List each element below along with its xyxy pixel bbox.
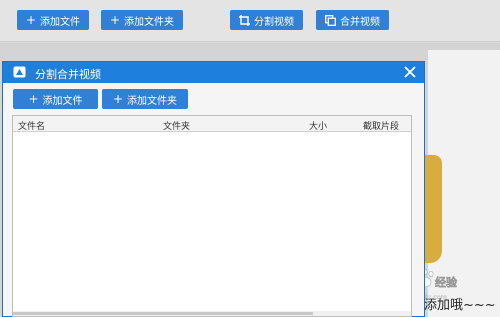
add-folder-button[interactable]: + 添加文件夹 [101, 10, 183, 30]
close-icon[interactable] [402, 64, 418, 80]
app-icon [13, 66, 26, 78]
copy-icon [325, 14, 336, 26]
svg-text:经验: 经验 [435, 275, 458, 289]
scrollbar-thumb[interactable] [13, 312, 313, 315]
dialog-add-file-button[interactable]: + 添加文件 [13, 89, 98, 109]
table-header: 文件名 文件夹 大小 截取片段 [13, 116, 411, 132]
merge-video-label: 合并视频 [340, 16, 380, 28]
plus-icon: + [109, 13, 121, 27]
dialog-add-file-label: 添加文件 [42, 95, 83, 107]
dialog-add-folder-button[interactable]: + 添加文件夹 [102, 89, 188, 109]
horizontal-scrollbar[interactable] [13, 311, 411, 316]
plus-icon: + [112, 92, 124, 106]
column-header-clip[interactable]: 截取片段 [363, 119, 399, 132]
plus-icon: + [25, 13, 37, 27]
crop-icon [239, 14, 250, 26]
add-file-label: 添加文件 [40, 16, 81, 28]
column-header-size[interactable]: 大小 [309, 119, 327, 132]
column-header-filename[interactable]: 文件名 [18, 119, 45, 132]
column-header-folder[interactable]: 文件夹 [163, 119, 190, 132]
add-file-button[interactable]: + 添加文件 [17, 10, 89, 30]
background-graphic [422, 155, 442, 263]
add-folder-label: 添加文件夹 [124, 16, 175, 28]
merge-video-button[interactable]: 合并视频 [316, 10, 389, 30]
split-video-button[interactable]: 分割视频 [230, 10, 303, 30]
dialog-title-bar: 分割合并视频 [3, 62, 424, 83]
dialog-title: 分割合并视频 [35, 68, 101, 81]
plus-icon: + [28, 92, 39, 106]
main-toolbar: + 添加文件 + 添加文件夹 分割视频 合并视频 [0, 0, 500, 42]
split-merge-dialog: 分割合并视频 + 添加文件 + 添加文件夹 文件名 文件夹 大小 截取片段 [2, 61, 425, 317]
file-list-table[interactable]: 文件名 文件夹 大小 截取片段 [12, 115, 412, 317]
dialog-add-folder-label: 添加文件夹 [127, 95, 178, 107]
split-video-label: 分割视频 [254, 16, 294, 28]
